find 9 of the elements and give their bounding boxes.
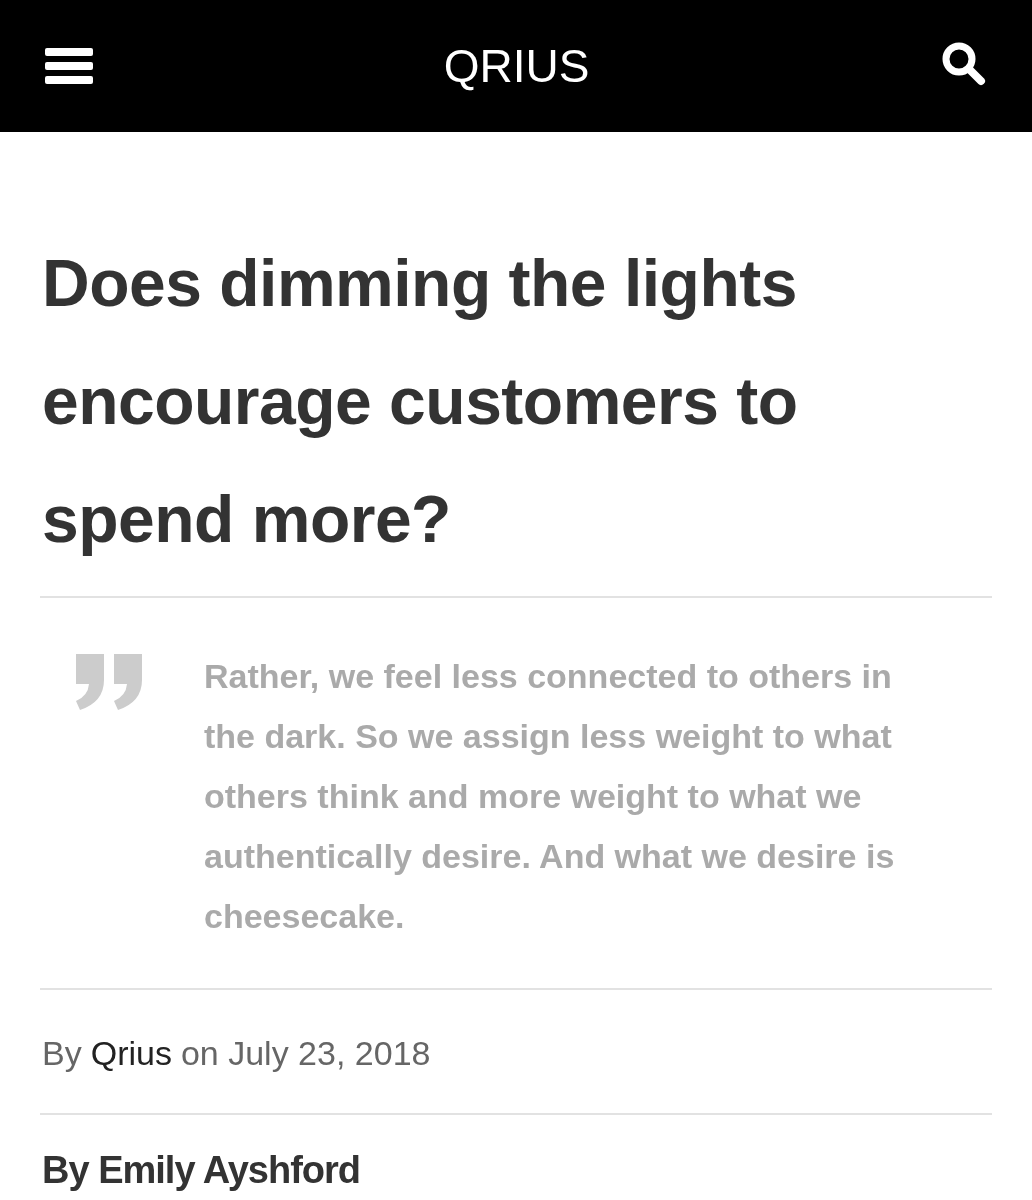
pull-quote: Rather, we feel less connected to others in the dark. So we assign less weight to what others think and more weight to what we authentically desire. And what we desire is cheesecake.	[204, 656, 896, 937]
menu-icon[interactable]	[45, 46, 93, 86]
author-link[interactable]: Qrius	[90, 1034, 172, 1073]
author-line: By Emily Ayshford	[41, 1148, 362, 1192]
article-title: Does dimming the lights encourage customers to spend more?	[42, 245, 799, 558]
publish-date: on July 23, 2018	[180, 1034, 431, 1073]
site-title[interactable]: QRIUS	[443, 39, 590, 93]
byline-prefix: By	[42, 1034, 82, 1073]
search-icon[interactable]	[940, 40, 986, 86]
